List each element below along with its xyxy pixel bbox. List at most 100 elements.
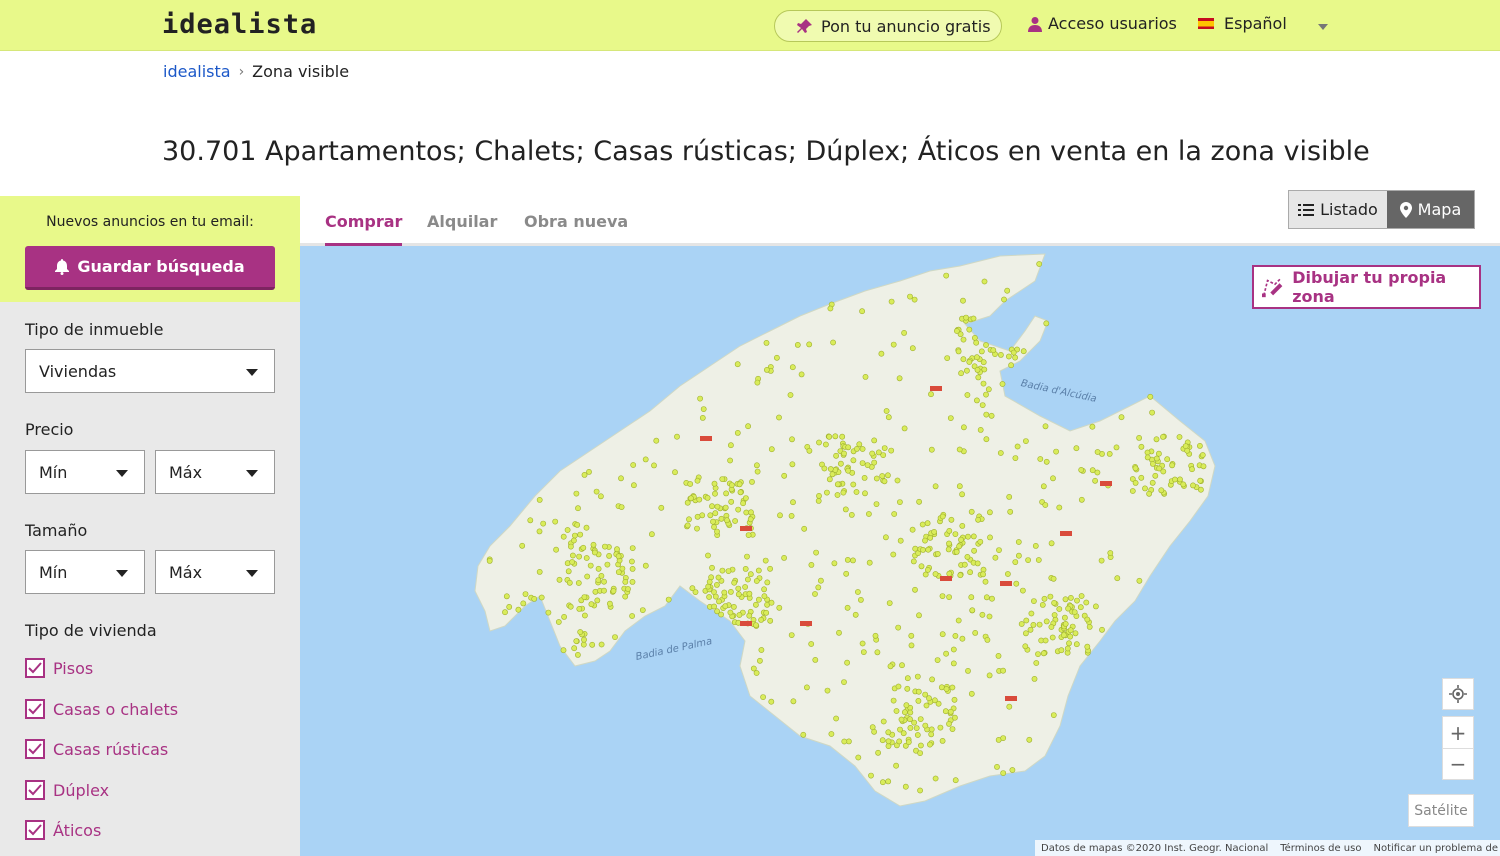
listing-marker[interactable] [576, 605, 583, 612]
listing-marker[interactable] [1020, 587, 1026, 594]
listing-marker[interactable] [966, 326, 973, 333]
listing-marker[interactable] [1068, 594, 1074, 601]
listing-marker[interactable] [918, 563, 925, 570]
chevron-down-icon[interactable] [1318, 24, 1328, 30]
listing-marker[interactable] [569, 552, 576, 559]
listing-marker[interactable] [715, 574, 722, 581]
listing-marker[interactable] [869, 724, 876, 731]
breadcrumb-home-link[interactable]: idealista [163, 62, 231, 81]
listing-marker[interactable] [925, 566, 931, 573]
listing-marker[interactable] [1073, 641, 1080, 648]
listing-marker[interactable] [919, 521, 926, 528]
listing-marker[interactable] [588, 601, 595, 608]
listing-marker[interactable] [761, 586, 767, 593]
listing-marker[interactable] [968, 690, 975, 697]
listing-marker[interactable] [574, 651, 581, 658]
report-link[interactable]: Notificar un problema de Maps [1373, 843, 1500, 854]
listing-marker[interactable] [997, 450, 1004, 456]
listing-marker[interactable] [1056, 504, 1063, 511]
listing-marker[interactable] [915, 688, 922, 695]
listing-marker[interactable] [974, 354, 980, 361]
listing-marker[interactable] [595, 577, 602, 583]
listing-marker[interactable] [735, 506, 742, 513]
listing-marker[interactable] [1035, 557, 1042, 563]
listing-marker[interactable] [601, 543, 608, 550]
listing-marker[interactable] [648, 531, 655, 538]
listing-marker[interactable] [753, 670, 760, 676]
listing-marker[interactable] [845, 444, 852, 451]
listing-marker[interactable] [709, 564, 715, 571]
listing-marker[interactable] [1129, 488, 1136, 494]
listing-marker[interactable] [1197, 442, 1203, 449]
checkbox-aticos[interactable]: Áticos [25, 820, 101, 840]
listing-marker[interactable] [958, 370, 964, 377]
listing-marker[interactable] [908, 642, 915, 649]
listing-marker[interactable] [801, 525, 808, 532]
listing-marker[interactable] [746, 590, 753, 597]
listing-marker[interactable] [706, 594, 712, 600]
listing-marker[interactable] [914, 673, 921, 680]
listing-marker[interactable] [753, 578, 760, 584]
listing-marker[interactable] [719, 476, 726, 482]
listing-marker[interactable] [713, 581, 720, 588]
checkbox-pisos[interactable]: Pisos [25, 658, 93, 678]
listing-marker[interactable] [885, 472, 891, 479]
listing-marker[interactable] [502, 609, 508, 616]
listing-marker[interactable] [716, 598, 722, 605]
listing-marker[interactable] [1067, 633, 1074, 640]
listing-marker[interactable] [871, 437, 878, 444]
listing-marker[interactable] [746, 612, 753, 619]
listing-marker[interactable] [1023, 617, 1030, 624]
listing-marker[interactable] [975, 374, 982, 381]
listing-marker[interactable] [1023, 630, 1029, 637]
listing-marker[interactable] [910, 558, 917, 565]
listing-marker[interactable] [625, 586, 631, 592]
listing-marker[interactable] [984, 636, 991, 643]
listing-marker[interactable] [1043, 320, 1050, 327]
listing-marker[interactable] [1012, 455, 1019, 461]
listing-marker[interactable] [968, 594, 975, 601]
listing-marker[interactable] [806, 447, 813, 454]
listing-marker[interactable] [939, 593, 946, 599]
listing-marker[interactable] [1001, 296, 1007, 303]
listing-marker[interactable] [1132, 465, 1139, 472]
listing-marker[interactable] [915, 697, 922, 704]
listing-marker[interactable] [571, 532, 578, 539]
listing-marker[interactable] [665, 596, 672, 603]
listing-marker[interactable] [583, 555, 590, 561]
listing-marker[interactable] [998, 352, 1004, 358]
listing-marker[interactable] [753, 622, 759, 628]
listing-marker[interactable] [1189, 466, 1195, 473]
listing-marker[interactable] [595, 565, 602, 572]
listing-marker[interactable] [723, 490, 729, 497]
listing-marker[interactable] [575, 505, 581, 512]
listing-marker[interactable] [1150, 460, 1156, 467]
listing-marker[interactable] [1094, 449, 1101, 455]
listing-marker[interactable] [630, 482, 637, 489]
listing-marker[interactable] [1106, 450, 1113, 457]
listing-marker[interactable] [712, 510, 719, 517]
listing-marker[interactable] [730, 603, 737, 610]
listing-marker[interactable] [885, 414, 892, 421]
listing-marker[interactable] [787, 392, 794, 398]
listing-marker[interactable] [1067, 627, 1074, 634]
listing-marker[interactable] [960, 336, 967, 343]
listing-marker[interactable] [1012, 354, 1018, 361]
listing-marker[interactable] [536, 528, 543, 535]
listing-marker[interactable] [946, 720, 952, 727]
listing-marker[interactable] [725, 568, 732, 574]
listing-marker[interactable] [1089, 423, 1096, 430]
listing-marker[interactable] [629, 545, 636, 551]
listing-marker[interactable] [1198, 486, 1204, 493]
listing-marker[interactable] [1062, 614, 1068, 621]
listing-marker[interactable] [916, 612, 922, 619]
listing-marker[interactable] [899, 662, 905, 669]
listing-marker[interactable] [964, 553, 971, 560]
listing-marker[interactable] [569, 559, 575, 565]
listing-marker[interactable] [1027, 626, 1034, 633]
listing-marker[interactable] [705, 552, 711, 559]
listing-marker[interactable] [1036, 261, 1043, 267]
listing-marker[interactable] [731, 579, 738, 586]
listing-marker[interactable] [740, 500, 746, 507]
listing-marker[interactable] [1200, 463, 1207, 470]
